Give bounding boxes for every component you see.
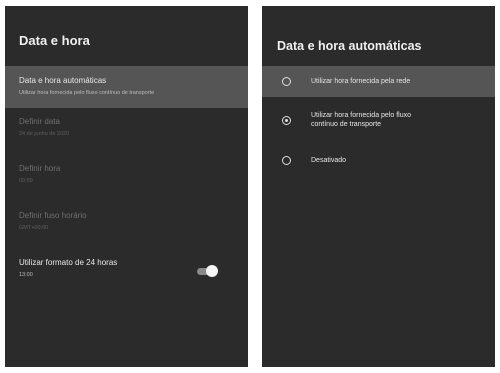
setting-subtitle: Utilizar hora fornecida pelo fluxo contí… (19, 90, 155, 96)
setting-subtitle: GMT+00:00 (19, 225, 49, 231)
date-time-settings-screen: Data e hora Data e hora automáticas Util… (5, 6, 248, 367)
radio-unselected-icon (282, 156, 291, 165)
setting-title: Definir hora (19, 164, 61, 173)
setting-set-date: Definir data 24 de junho de 2020 (5, 117, 248, 147)
page-title: Data e hora (19, 33, 90, 48)
option-label-line-1: Utilizar hora fornecida pelo fluxo (311, 112, 411, 119)
option-label: Desativado (311, 157, 347, 164)
setting-title: Definir data (19, 117, 60, 126)
radio-selected-icon (282, 116, 291, 125)
page-title: Data e hora automáticas (277, 39, 422, 53)
radio-unselected-icon (282, 77, 291, 86)
option-disabled[interactable]: Desativado (262, 148, 495, 174)
toggle-thumb (206, 265, 218, 277)
setting-title: Definir fuso horário (19, 211, 87, 220)
radio-dot (284, 118, 288, 122)
auto-date-time-options-screen: Data e hora automáticas Utilizar hora fo… (262, 6, 495, 367)
setting-title: Data e hora automáticas (19, 76, 107, 85)
setting-subtitle: 09:59 (19, 178, 33, 184)
setting-auto-date-time[interactable]: Data e hora automáticas Utilizar hora fo… (5, 66, 248, 108)
option-network-time[interactable]: Utilizar hora fornecida pela rede (262, 66, 495, 97)
option-label-line-2: contínuo de transporte (311, 121, 382, 128)
24-hour-format-toggle[interactable] (196, 265, 218, 277)
setting-set-time: Definir hora 09:59 (5, 164, 248, 194)
option-label: Utilizar hora fornecida pela rede (311, 78, 411, 85)
setting-set-time-zone: Definir fuso horário GMT+00:00 (5, 211, 248, 241)
option-transport-stream-time[interactable]: Utilizar hora fornecida pelo fluxo contí… (262, 104, 495, 138)
setting-subtitle: 24 de junho de 2020 (19, 131, 70, 137)
setting-24-hour-format[interactable]: Utilizar formato de 24 horas 13:00 (5, 258, 248, 288)
